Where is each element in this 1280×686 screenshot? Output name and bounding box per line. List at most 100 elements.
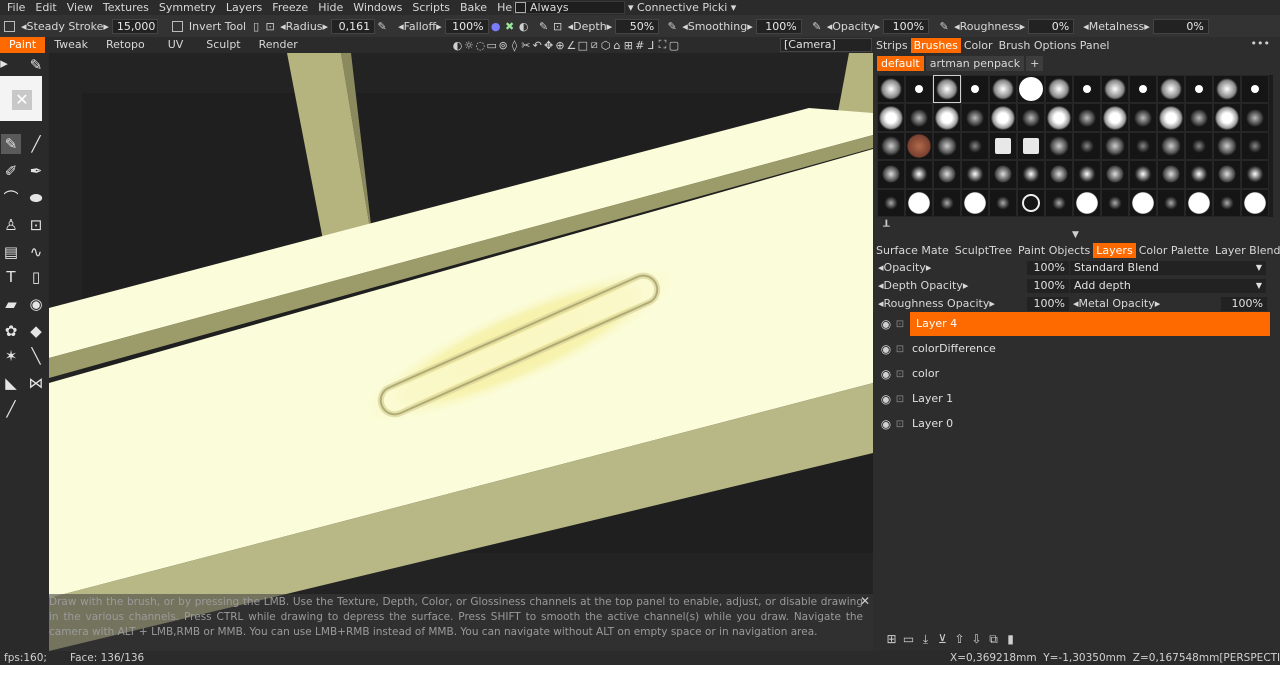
brush-thumbnail[interactable] <box>933 131 961 161</box>
lock-icon[interactable]: ⊡ <box>894 369 906 380</box>
brush-thumbnail[interactable] <box>1157 75 1185 104</box>
grid-toggle-icon[interactable]: ◌ <box>475 39 486 52</box>
mouse-icon[interactable]: ▯ <box>249 20 263 33</box>
cube-icon[interactable]: ⬡ <box>600 39 611 52</box>
layers-tool-icon[interactable]: ▤ <box>1 242 21 262</box>
tab-color-palette[interactable]: Color Palette <box>1136 243 1212 258</box>
smoothing-field[interactable]: 100% <box>755 18 802 34</box>
angle-icon[interactable]: ∠ <box>566 39 577 52</box>
falloff-field[interactable]: 100% <box>444 18 489 34</box>
brush-thumbnail[interactable] <box>989 131 1017 161</box>
scissors-icon[interactable]: ✂ <box>520 39 531 52</box>
close-icon[interactable]: ✖ <box>503 20 517 33</box>
brush-thumbnail[interactable] <box>933 160 961 189</box>
eye-icon[interactable]: ◉ <box>878 342 894 356</box>
roughness-pen-icon[interactable]: ✎ <box>937 20 951 33</box>
eye-icon[interactable]: ◉ <box>878 367 894 381</box>
brush-thumbnail[interactable] <box>989 103 1017 132</box>
brush-thumbnail[interactable] <box>1241 188 1269 217</box>
brush-thumbnail[interactable] <box>961 131 989 161</box>
brush-thumbnail[interactable] <box>1213 103 1241 132</box>
invert-tool-checkbox[interactable] <box>171 20 183 32</box>
tab-strips[interactable]: Strips <box>873 38 911 53</box>
import-icon[interactable]: ⤓ <box>917 632 934 647</box>
brush-thumbnail[interactable] <box>877 131 905 161</box>
brush-thumbnail[interactable] <box>905 75 933 104</box>
lock-icon[interactable]: ⊡ <box>894 394 906 405</box>
light-icon[interactable]: ☼ <box>463 39 474 52</box>
brush-thumbnail[interactable] <box>1157 188 1185 217</box>
brush-thumbnail[interactable] <box>1185 75 1213 104</box>
brush-set-default[interactable]: default <box>877 55 924 71</box>
ruler-tool-icon[interactable]: ╱ <box>1 399 21 419</box>
add-folder-icon[interactable]: ▭ <box>900 632 917 647</box>
brush-thumbnail[interactable] <box>1017 131 1045 161</box>
shading-icon[interactable]: ◐ <box>452 39 463 52</box>
duplicate-icon[interactable]: ⧉ <box>985 632 1002 647</box>
brush-thumbnail[interactable] <box>1241 75 1269 104</box>
text-tool-icon[interactable]: T <box>1 267 21 287</box>
brush-extra-icon[interactable]: ┸ <box>883 220 890 233</box>
brush-thumbnail[interactable] <box>989 75 1017 104</box>
curve-tool-icon[interactable]: ∿ <box>26 242 46 262</box>
layer-name[interactable]: color <box>910 362 939 386</box>
opacity-field[interactable]: 100% <box>883 18 930 34</box>
screen-icon[interactable]: ▢ <box>668 39 679 52</box>
brush-thumbnail[interactable] <box>1129 75 1157 104</box>
blend-mode-select[interactable]: Standard Blend ▼ <box>1070 261 1266 275</box>
view-grid-icon[interactable]: ⊞ <box>623 39 634 52</box>
brush-thumbnail[interactable] <box>905 103 933 132</box>
delete-icon[interactable]: ▮ <box>1002 632 1019 647</box>
pick-mode-checkbox[interactable] <box>515 2 526 13</box>
fullscreen-icon[interactable]: ⛶ <box>657 38 668 52</box>
tab-sculpt-tree[interactable]: SculptTree <box>952 243 1015 258</box>
layer-row[interactable]: ◉ ⊡ color <box>878 362 1270 386</box>
lock-icon[interactable]: ⊡ <box>894 419 906 430</box>
depth-lock-icon[interactable]: ⊡ <box>551 20 565 33</box>
brush-thumbnail[interactable] <box>1213 131 1241 161</box>
doc-tool-icon[interactable]: ▯ <box>26 267 46 287</box>
eraser-tool-icon[interactable]: ▰ <box>1 294 21 314</box>
lock-icon[interactable]: ⊡ <box>894 344 906 355</box>
pen-icon[interactable]: ✎ <box>26 55 46 75</box>
brush-thumbnail[interactable] <box>1073 160 1101 189</box>
brush-thumbnail[interactable] <box>1045 188 1073 217</box>
tab-layer-blending[interactable]: Layer Blendin <box>1212 243 1280 258</box>
brush-thumbnail[interactable] <box>877 188 905 217</box>
menu-windows[interactable]: Windows <box>348 0 407 15</box>
brush-thumbnail[interactable] <box>961 188 989 217</box>
menu-symmetry[interactable]: Symmetry <box>154 0 221 15</box>
brush-thumbnail[interactable] <box>1241 160 1269 189</box>
brush-alpha-preview[interactable]: ✕ <box>0 76 42 121</box>
pen-icon[interactable]: ✎ <box>537 20 551 33</box>
layer-row[interactable]: ◉ ⊡ colorDifference <box>878 337 1270 361</box>
radius-field[interactable]: 0,161 <box>331 18 376 34</box>
lasso-icon[interactable]: ⊚ <box>498 39 509 52</box>
line-tool-icon[interactable]: ╱ <box>26 134 46 154</box>
brush-thumbnail[interactable] <box>877 75 905 104</box>
split-arrow-icon[interactable]: ▼ <box>1072 230 1079 240</box>
brush-thumbnail[interactable] <box>1017 103 1045 132</box>
zoom-icon[interactable]: ⊕ <box>555 39 566 52</box>
brush-tool-icon[interactable]: ✎ <box>1 134 21 154</box>
smoothing-pen-icon[interactable]: ✎ <box>665 20 679 33</box>
smudge-tool-icon[interactable]: ⌒ <box>1 188 21 208</box>
move-icon[interactable]: ✥ <box>543 39 554 52</box>
brush-thumbnail[interactable] <box>1213 160 1241 189</box>
layer-name[interactable]: Layer 0 <box>910 412 953 436</box>
wand-tool-icon[interactable]: ✶ <box>1 346 21 366</box>
tab-uv[interactable]: UV <box>154 37 198 53</box>
merge-down-icon[interactable]: ⊻ <box>934 632 951 647</box>
steady-stroke-checkbox[interactable] <box>4 20 15 32</box>
roughness-opacity-field[interactable]: 100% <box>1027 297 1069 311</box>
layer-name[interactable]: Layer 1 <box>910 387 953 411</box>
brush-thumbnail[interactable] <box>933 75 961 104</box>
metalness-field[interactable]: 0% <box>1152 18 1209 34</box>
layer-name[interactable]: colorDifference <box>910 337 996 361</box>
brush-set-artman[interactable]: artman penpack <box>925 55 1025 71</box>
brush-thumbnail[interactable] <box>1017 188 1045 217</box>
eye-icon[interactable]: ◉ <box>26 294 46 314</box>
depth-mode-select[interactable]: Add depth ▼ <box>1070 279 1266 293</box>
tab-layers[interactable]: Layers <box>1093 243 1136 258</box>
home-icon[interactable]: ⌂ <box>611 39 622 52</box>
